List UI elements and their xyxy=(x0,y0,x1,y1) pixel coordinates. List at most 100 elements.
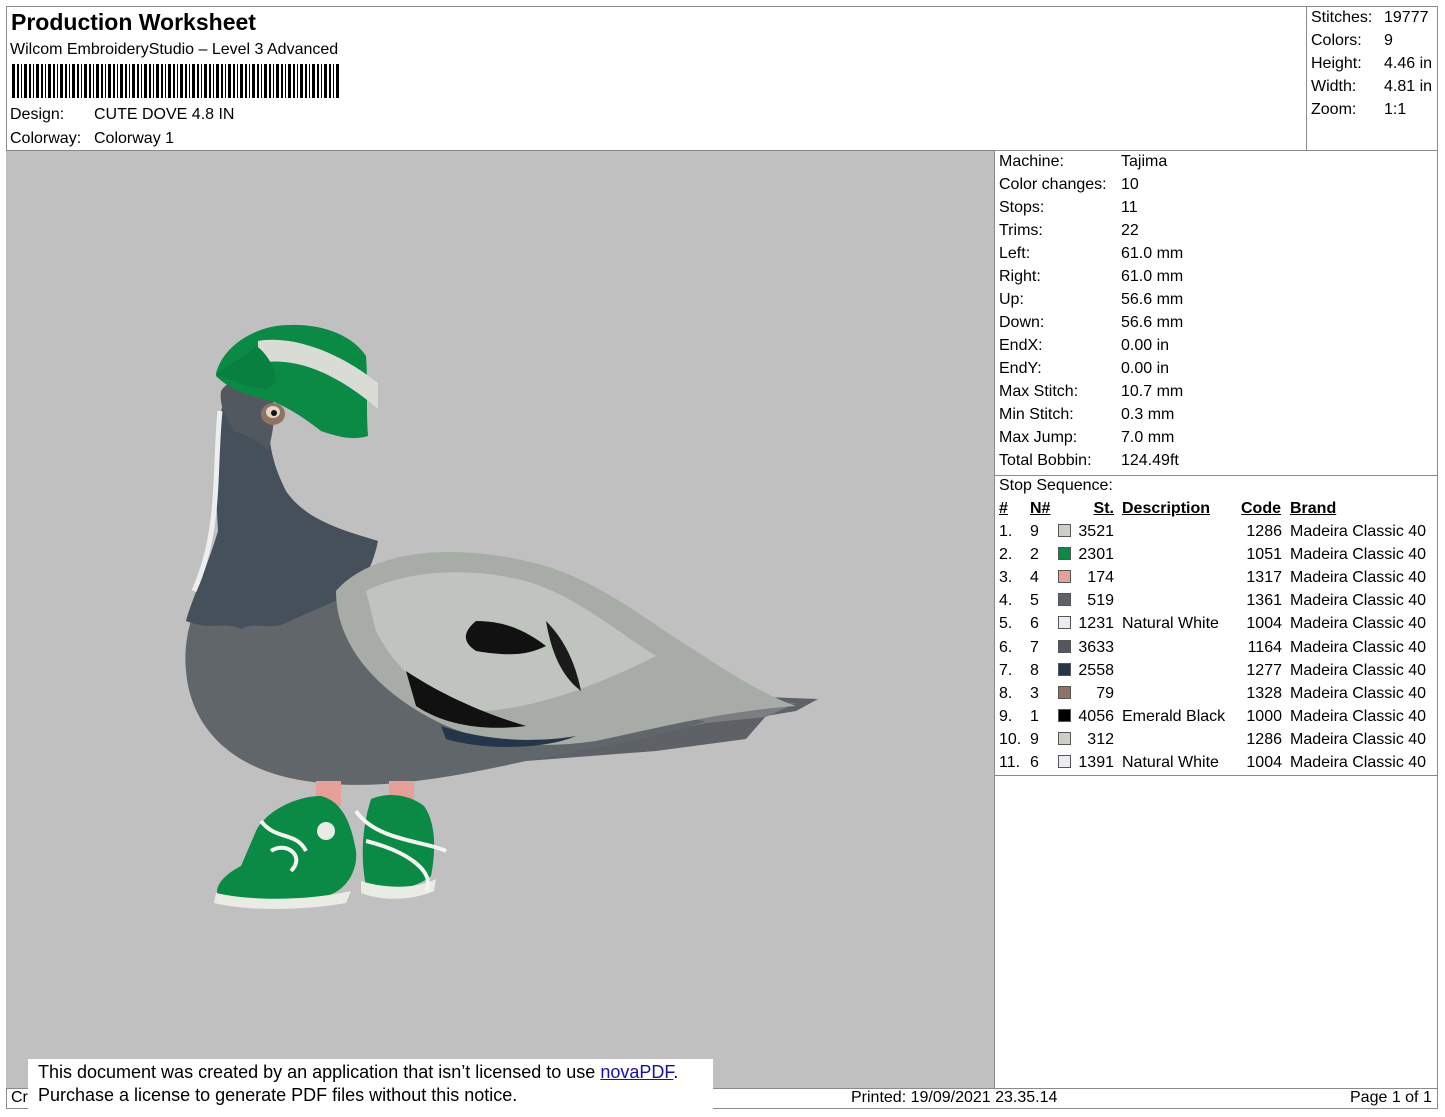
stitch-count: 3633 xyxy=(1078,638,1114,656)
info-label: Max Stitch: xyxy=(999,383,1079,400)
colorway-row: Colorway: Colorway 1 xyxy=(10,130,174,148)
barcode-bar xyxy=(153,64,154,98)
thread-code: 1286 xyxy=(1246,523,1282,540)
thread-brand: Madeira Classic 40 xyxy=(1290,523,1427,540)
col-header-code: Code xyxy=(1241,500,1281,517)
barcode-bar xyxy=(24,64,27,98)
barcode-bar xyxy=(117,64,118,98)
thread-brand: Madeira Classic 40 xyxy=(1290,615,1427,633)
stitch-count: 2301 xyxy=(1078,546,1114,564)
info-row-max-jump: Max Jump: 7.0 mm xyxy=(999,429,1174,447)
barcode-bar xyxy=(237,64,238,98)
barcode-bar xyxy=(192,64,195,98)
design-row: Design: CUTE DOVE 4.8 IN xyxy=(10,106,234,124)
info-value: 7.0 mm xyxy=(1121,429,1175,446)
info-label: Max Jump: xyxy=(999,429,1078,446)
barcode-bar xyxy=(209,64,211,98)
color-swatch xyxy=(1058,755,1071,768)
barcode-bar xyxy=(276,64,279,98)
barcode-bar xyxy=(204,64,207,98)
info-row-endx: EndX: 0.00 in xyxy=(999,337,1169,355)
barcode-bar xyxy=(177,64,178,98)
info-value: 124.49ft xyxy=(1121,452,1179,469)
barcode-bar xyxy=(197,64,199,98)
thread-brand: Madeira Classic 40 xyxy=(1290,569,1427,587)
barcode-bar xyxy=(285,64,286,98)
worksheet-header: Production Worksheet Wilcom EmbroiderySt… xyxy=(6,6,1307,151)
notice-text: This document was created by an applicat… xyxy=(38,1062,601,1082)
color-swatch xyxy=(1058,639,1071,653)
info-label: Down: xyxy=(999,314,1045,331)
barcode-bar xyxy=(221,64,223,98)
barcode-bar xyxy=(108,64,111,98)
barcode-bar xyxy=(309,64,310,98)
barcode-bar xyxy=(305,64,307,98)
color-swatch xyxy=(1058,731,1071,745)
stitch-count: 79 xyxy=(1096,684,1114,702)
barcode-bar xyxy=(101,64,103,98)
summary-label: Width: xyxy=(1311,78,1357,95)
barcode-bar xyxy=(17,64,19,98)
colorway-value: Colorway 1 xyxy=(94,130,175,147)
thread-code: 1361 xyxy=(1246,592,1282,610)
barcode-bar xyxy=(96,64,99,98)
barcode-bar xyxy=(333,64,334,98)
barcode-bar xyxy=(225,64,226,98)
barcode-bar xyxy=(36,64,39,98)
barcode-bar xyxy=(324,64,327,98)
barcode-bar xyxy=(93,64,94,98)
info-row-machine: Machine: Tajima xyxy=(999,153,1167,171)
info-value: Tajima xyxy=(1121,153,1168,170)
barcode-bar xyxy=(269,64,271,98)
design-value: CUTE DOVE 4.8 IN xyxy=(94,106,235,123)
stop-index: 2. xyxy=(999,546,1013,564)
info-row-color-changes: Color changes: 10 xyxy=(999,176,1139,194)
barcode-bar xyxy=(69,64,70,98)
printed-date: Printed: 19/09/2021 23.35.14 xyxy=(851,1089,1058,1106)
info-label: Stops: xyxy=(999,199,1045,216)
stop-index: 10. xyxy=(999,730,1022,748)
stop-index: 3. xyxy=(999,569,1013,587)
stop-index: 4. xyxy=(999,592,1013,610)
needle-number: 7 xyxy=(1030,638,1039,656)
barcode-bar xyxy=(300,64,303,98)
stop-index: 11. xyxy=(999,754,1021,771)
summary-height: Height: 4.46 in xyxy=(1311,55,1432,73)
info-row-down: Down: 56.6 mm xyxy=(999,314,1183,332)
barcode-bar xyxy=(189,64,190,98)
stitch-count: 1231 xyxy=(1078,615,1114,633)
stop-index: 6. xyxy=(999,638,1013,656)
barcode-bar xyxy=(216,64,219,98)
stitch-count: 3521 xyxy=(1078,523,1114,540)
thread-code: 1164 xyxy=(1247,638,1282,656)
summary-value: 1:1 xyxy=(1384,101,1407,118)
needle-number: 5 xyxy=(1030,592,1039,610)
thread-code: 1000 xyxy=(1246,707,1282,725)
barcode-bar xyxy=(168,64,171,98)
barcode-bar xyxy=(273,64,274,98)
info-label: Min Stitch: xyxy=(999,406,1074,423)
summary-box: Stitches: 19777 Colors: 9 Height: 4.46 in W… xyxy=(1307,6,1438,151)
info-row-right: Right: 61.0 mm xyxy=(999,268,1183,286)
barcode-bar xyxy=(84,64,87,98)
color-swatch xyxy=(1058,570,1071,584)
summary-stitches: Stitches: 19777 xyxy=(1311,9,1429,27)
barcode-bar xyxy=(89,64,91,98)
barcode-bar xyxy=(165,64,166,98)
thread-code: 1051 xyxy=(1246,546,1282,564)
color-swatch xyxy=(1058,708,1071,722)
col-header-needle: N# xyxy=(1030,500,1051,517)
info-value: 0.00 in xyxy=(1121,337,1170,354)
info-value: 10 xyxy=(1121,176,1139,193)
thread-description: Emerald Black xyxy=(1122,707,1226,725)
barcode-bar xyxy=(53,64,55,98)
page-number: Page 1 of 1 xyxy=(1350,1089,1432,1106)
thread-code: 1286 xyxy=(1246,730,1282,748)
thread-brand: Madeira Classic 40 xyxy=(1290,730,1427,748)
barcode-bar xyxy=(33,64,34,98)
barcode-bar xyxy=(144,64,147,98)
page-title: Production Worksheet xyxy=(11,9,256,35)
novapdf-link[interactable]: novaPDF xyxy=(600,1062,673,1082)
info-value: 0.3 mm xyxy=(1121,406,1175,423)
stitch-count: 312 xyxy=(1087,730,1114,748)
